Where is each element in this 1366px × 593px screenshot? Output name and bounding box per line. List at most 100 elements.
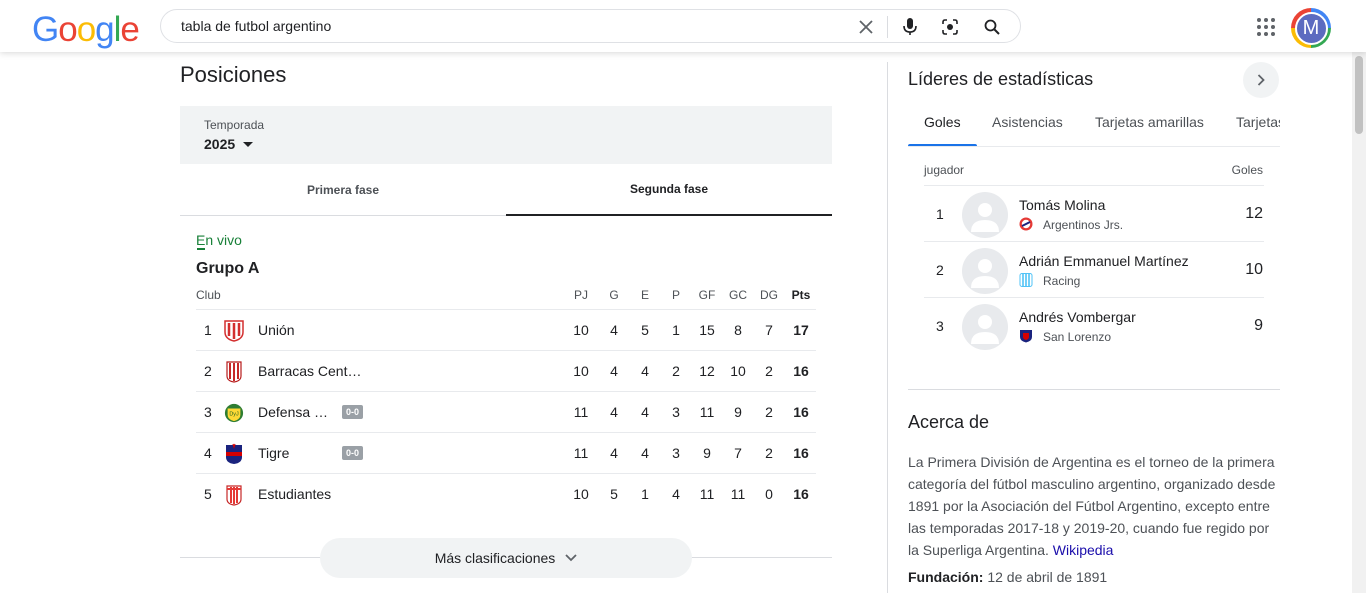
table-row[interactable]: 1 Unión 10 4 5 1 15 8 7 17	[196, 310, 816, 351]
leaders-next-button[interactable]	[1243, 62, 1279, 98]
stat-cell: 4	[610, 445, 618, 461]
barracas-crest-icon	[226, 361, 242, 383]
leader-row[interactable]: 3 Andrés Vombergar San Lorenzo 9	[924, 298, 1264, 354]
club-name[interactable]: Unión	[258, 322, 368, 338]
camera-lens-icon[interactable]	[939, 16, 961, 38]
stat-cell: 11	[699, 486, 715, 502]
leader-position: 2	[936, 262, 944, 278]
account-avatar[interactable]: M	[1291, 8, 1331, 48]
group-title: Grupo A	[196, 260, 260, 277]
stat-cell: 5	[641, 322, 649, 338]
search-icon[interactable]	[981, 16, 1003, 38]
column-divider	[887, 62, 888, 593]
avatar-letter: M	[1294, 11, 1328, 45]
founded-label: Fundación:	[908, 569, 984, 585]
tigre-crest-icon	[226, 443, 242, 464]
founded-fact: Fundación: 12 de abril de 1891	[908, 569, 1107, 585]
racing-crest-icon	[1019, 273, 1033, 287]
col-g: G	[609, 288, 619, 302]
apps-grid-icon[interactable]	[1257, 18, 1275, 36]
tab-asistencias[interactable]: Asistencias	[992, 114, 1063, 130]
col-goals: Goles	[1231, 163, 1263, 177]
season-value[interactable]: 2025	[204, 136, 235, 152]
player-goals: 9	[1254, 317, 1263, 334]
leader-row[interactable]: 2 Adrián Emmanuel Martínez Racing 10	[924, 242, 1264, 298]
col-gf: GF	[698, 288, 716, 302]
player-goals: 10	[1245, 261, 1263, 278]
player-name[interactable]: Tomás Molina	[1019, 197, 1105, 213]
club-name[interactable]: Barracas Central	[258, 363, 362, 379]
player-avatar-icon	[962, 192, 1008, 238]
stat-cell: 9	[734, 404, 742, 420]
stat-cell: 4	[641, 445, 649, 461]
club-name[interactable]: Defensa y Justicia	[258, 404, 330, 420]
table-row[interactable]: 5 Estudiantes 10 5 1 4 11 11 0 16	[196, 474, 816, 515]
col-club: Club	[196, 288, 221, 302]
chevron-right-icon	[1257, 74, 1265, 86]
logo-letter: o	[76, 10, 96, 49]
more-standings-button[interactable]: Más clasificaciones	[320, 538, 692, 578]
tab-segunda-fase[interactable]: Segunda fase	[506, 164, 832, 216]
leader-row[interactable]: 1 Tomás Molina Argentinos Jrs. 12	[924, 186, 1264, 242]
scrollbar-thumb[interactable]	[1355, 56, 1363, 134]
row-position: 2	[204, 363, 212, 379]
col-gc: GC	[729, 288, 747, 302]
phase-tabs: Primera fase Segunda fase	[180, 164, 832, 216]
row-position: 1	[204, 322, 212, 338]
stat-cell: 4	[610, 322, 618, 338]
stat-cell: 3	[672, 445, 680, 461]
table-row[interactable]: 4 Tigre 0-0 11 4 4 3 9 7 2 16	[196, 433, 816, 474]
stat-cell: 4	[610, 363, 618, 379]
stat-cell: 11	[573, 404, 589, 420]
wikipedia-link[interactable]: Wikipedia	[1053, 542, 1114, 558]
points-cell: 16	[793, 363, 809, 379]
clear-search-icon[interactable]	[855, 16, 877, 38]
points-cell: 17	[793, 322, 809, 338]
stat-cell: 2	[765, 445, 773, 461]
search-box[interactable]: tabla de futbol argentino	[160, 9, 1021, 43]
search-input[interactable]: tabla de futbol argentino	[181, 18, 331, 34]
club-name[interactable]: Estudiantes	[258, 486, 368, 502]
logo-letter: e	[120, 10, 139, 49]
tab-primera-fase[interactable]: Primera fase	[180, 164, 506, 216]
live-score-badge[interactable]: 0-0	[342, 405, 364, 419]
stat-cell: 3	[672, 404, 680, 420]
chevron-down-icon[interactable]	[243, 142, 253, 147]
table-row[interactable]: 3 DyJ Defensa y Justicia 0-0 11 4 4 3 11…	[196, 392, 816, 433]
col-pts: Pts	[791, 288, 811, 302]
logo-letter: G	[32, 10, 59, 49]
tab-goles[interactable]: Goles	[924, 114, 961, 130]
stat-cell: 10	[730, 363, 746, 379]
estudiantes-crest-icon	[226, 485, 242, 506]
player-avatar-icon	[962, 304, 1008, 350]
tab-tarjetas-rojas[interactable]: Tarjetas rojas	[1236, 114, 1280, 130]
tab-tarjetas-amarillas[interactable]: Tarjetas amarillas	[1095, 114, 1204, 130]
stat-cell: 12	[699, 363, 715, 379]
about-title: Acerca de	[908, 412, 990, 432]
points-cell: 16	[793, 404, 809, 420]
stat-cell: 2	[765, 363, 773, 379]
player-name[interactable]: Adrián Emmanuel Martínez	[1019, 253, 1189, 269]
live-score-badge[interactable]: 0-0	[342, 446, 364, 460]
season-selector[interactable]: Temporada 2025	[180, 106, 832, 164]
section-divider	[908, 389, 1280, 390]
stat-cell: 7	[765, 322, 773, 338]
stat-cell: 10	[573, 322, 589, 338]
player-team: Racing	[1043, 274, 1081, 288]
active-tab-indicator	[908, 144, 977, 146]
google-logo[interactable]: Google	[32, 10, 140, 50]
page-scrollbar[interactable]	[1352, 52, 1366, 593]
stat-cell: 0	[765, 486, 773, 502]
row-position: 3	[204, 404, 212, 420]
stat-cell: 4	[641, 363, 649, 379]
leader-position: 1	[936, 206, 944, 222]
season-label: Temporada	[204, 118, 265, 132]
live-indicator: En vivo	[196, 232, 242, 248]
stat-cell: 4	[672, 486, 680, 502]
table-row[interactable]: 2 Barracas Central 10 4 4 2 12 10 2 16	[196, 351, 816, 392]
microphone-icon[interactable]	[899, 16, 921, 38]
player-name[interactable]: Andrés Vombergar	[1019, 309, 1136, 325]
points-cell: 16	[793, 445, 809, 461]
stat-cell: 10	[573, 363, 589, 379]
leaders-title: Líderes de estadísticas	[908, 69, 1094, 89]
